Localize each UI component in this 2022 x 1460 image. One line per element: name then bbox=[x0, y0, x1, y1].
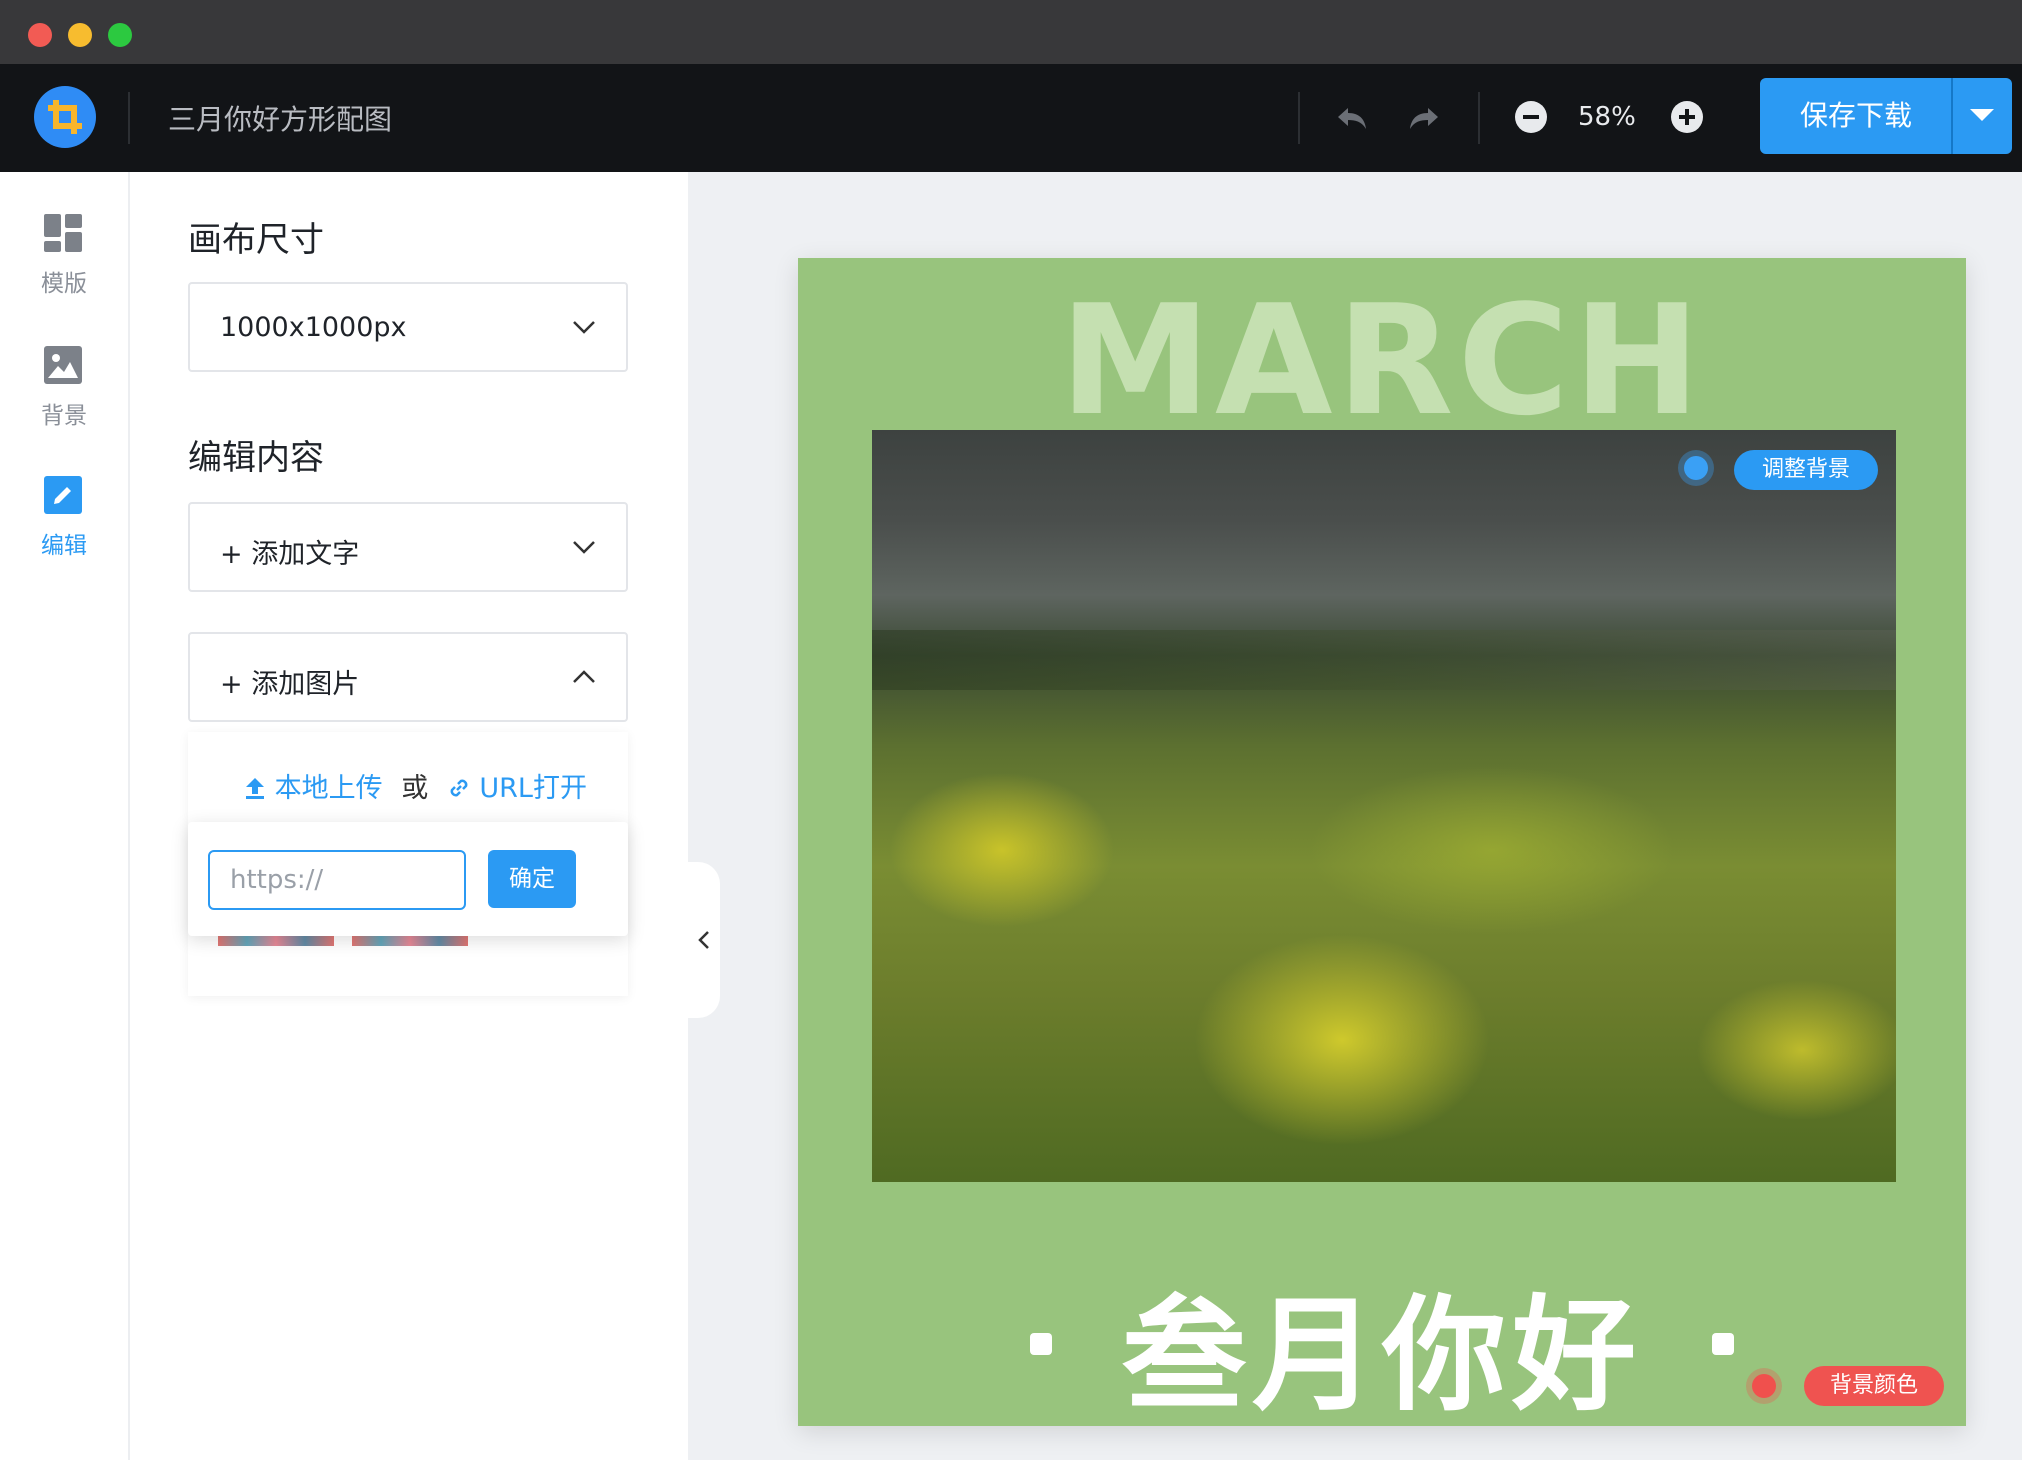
app-header: 三月你好方形配图 58% 保存下载 bbox=[0, 64, 2022, 172]
add-image-label: + 添加图片 bbox=[220, 669, 360, 700]
save-download-button[interactable]: 保存下载 bbox=[1760, 78, 2012, 154]
background-color-handle[interactable] bbox=[1752, 1374, 1776, 1398]
canvas-size-value: 1000x1000px bbox=[220, 312, 407, 343]
decorative-square bbox=[1029, 1333, 1052, 1355]
add-image-dropdown[interactable]: + 添加图片 bbox=[188, 632, 628, 722]
window-titlebar bbox=[0, 0, 2022, 64]
collapse-panel-button[interactable] bbox=[688, 862, 720, 1018]
design-artboard[interactable]: MARCH 叁月你好 bbox=[798, 258, 1966, 1426]
rail-item-label: 模版 bbox=[41, 271, 87, 297]
document-title[interactable]: 三月你好方形配图 bbox=[168, 98, 392, 138]
redo-icon[interactable] bbox=[1406, 100, 1442, 140]
header-divider bbox=[1478, 92, 1480, 144]
image-icon bbox=[42, 344, 84, 386]
undo-icon[interactable] bbox=[1334, 100, 1370, 140]
image-thumbnail[interactable] bbox=[352, 936, 468, 946]
adjust-background-button[interactable]: 调整背景 bbox=[1734, 450, 1878, 490]
crop-logo-icon[interactable] bbox=[34, 86, 96, 148]
upload-or-text: 或 bbox=[401, 773, 429, 804]
decorative-square bbox=[1712, 1333, 1734, 1355]
minimize-window-button[interactable] bbox=[68, 23, 92, 47]
photo-background-blur bbox=[872, 630, 1896, 690]
upload-icon bbox=[244, 773, 275, 804]
close-window-button[interactable] bbox=[28, 23, 52, 47]
chevron-down-icon bbox=[573, 321, 595, 334]
save-download-label: 保存下载 bbox=[1799, 99, 1912, 132]
edit-content-title: 编辑内容 bbox=[188, 438, 324, 478]
flower-field-photo[interactable] bbox=[872, 430, 1896, 1182]
header-divider bbox=[128, 92, 130, 144]
save-options-dropdown[interactable] bbox=[1953, 78, 2012, 154]
headline-chinese[interactable]: 叁月你好 bbox=[1122, 1284, 1642, 1426]
url-confirm-button[interactable]: 确定 bbox=[488, 850, 576, 908]
link-icon bbox=[447, 773, 480, 804]
headline-chinese-row: 叁月你好 bbox=[798, 1254, 1966, 1426]
pencil-icon bbox=[42, 474, 84, 516]
add-text-dropdown[interactable]: + 添加文字 bbox=[188, 502, 628, 592]
template-icon bbox=[42, 212, 84, 254]
image-thumbnail[interactable] bbox=[218, 936, 334, 946]
chevron-down-icon bbox=[1970, 109, 1994, 121]
zoom-in-icon[interactable] bbox=[1670, 100, 1704, 138]
rail-item-label: 编辑 bbox=[41, 533, 87, 559]
canvas-size-select[interactable]: 1000x1000px bbox=[188, 282, 628, 372]
left-nav-rail: 模版 背景 编辑 bbox=[0, 172, 130, 1460]
rail-item-background[interactable]: 背景 bbox=[0, 344, 128, 444]
chevron-up-icon bbox=[573, 670, 595, 683]
header-divider bbox=[1298, 92, 1300, 144]
background-color-button[interactable]: 背景颜色 bbox=[1804, 1366, 1944, 1406]
rail-item-edit[interactable]: 编辑 bbox=[0, 474, 128, 574]
chevron-left-icon bbox=[698, 931, 709, 949]
zoom-out-icon[interactable] bbox=[1514, 100, 1548, 138]
zoom-level: 58% bbox=[1578, 102, 1636, 132]
rail-item-template[interactable]: 模版 bbox=[0, 212, 128, 312]
adjust-background-handle[interactable] bbox=[1684, 456, 1708, 480]
maximize-window-button[interactable] bbox=[108, 23, 132, 47]
edit-panel: 画布尺寸 1000x1000px 编辑内容 + 添加文字 + 添加图片 本地上传… bbox=[130, 172, 688, 1460]
chevron-down-icon bbox=[573, 541, 595, 554]
url-open-link[interactable]: URL打开 bbox=[479, 773, 587, 804]
url-input-popover: 确定 bbox=[188, 822, 628, 936]
add-text-label: + 添加文字 bbox=[220, 539, 360, 570]
canvas-size-title: 画布尺寸 bbox=[188, 220, 324, 260]
headline-english[interactable]: MARCH bbox=[798, 272, 1966, 449]
rail-item-label: 背景 bbox=[41, 403, 87, 429]
local-upload-link[interactable]: 本地上传 bbox=[275, 773, 383, 804]
url-input[interactable] bbox=[208, 850, 466, 910]
upload-links: 本地上传 或 URL打开 bbox=[244, 766, 587, 805]
